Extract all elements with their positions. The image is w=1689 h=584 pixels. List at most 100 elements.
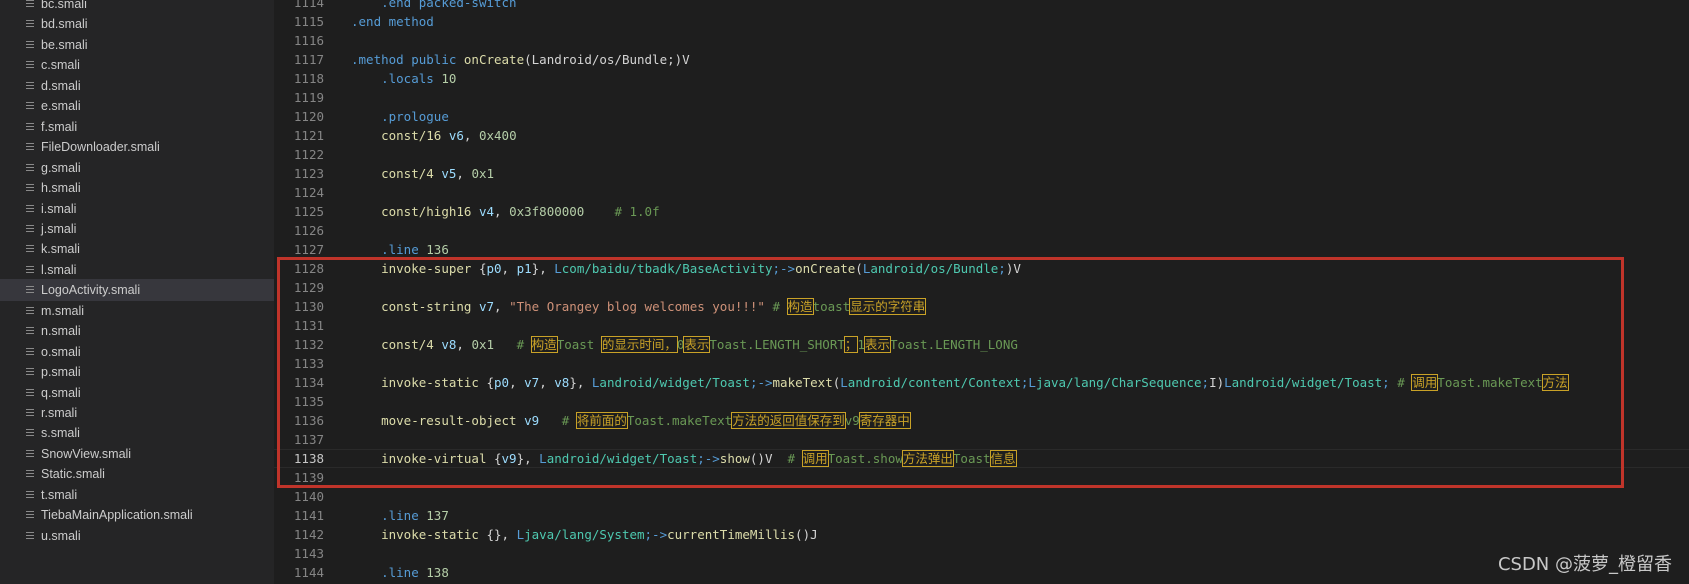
code-line[interactable]: 1124: [274, 183, 1689, 202]
file-lines-icon: [25, 142, 35, 152]
code-line[interactable]: 1144 .line 138: [274, 563, 1689, 582]
code-line[interactable]: 1121 const/16 v6, 0x400: [274, 126, 1689, 145]
sidebar-file-item[interactable]: u.smali: [0, 525, 274, 547]
file-lines-icon: [25, 60, 35, 70]
line-number: 1133: [293, 356, 324, 371]
sidebar-file-item[interactable]: s.smali: [0, 422, 274, 444]
code-line[interactable]: 1136 move-result-object v9 # 将前面的Toast.m…: [274, 411, 1689, 430]
code-token: 136: [426, 242, 449, 257]
sidebar-file-item[interactable]: i.smali: [0, 198, 274, 220]
code-token: currentTimeMillis: [667, 527, 796, 542]
code-token: ;: [1201, 375, 1210, 390]
sidebar-file-item[interactable]: r.smali: [0, 402, 274, 424]
sidebar-file-item[interactable]: SnowView.smali: [0, 443, 274, 465]
code-token: 方法的返回值保存到: [731, 412, 846, 429]
sidebar-file-item[interactable]: k.smali: [0, 238, 274, 260]
sidebar-file-item[interactable]: LogoActivity.smali: [0, 279, 274, 302]
code-text: move-result-object v9 # 将前面的Toast.makeTe…: [351, 411, 911, 430]
line-number: 1123: [293, 166, 324, 181]
code-line[interactable]: 1140: [274, 487, 1689, 506]
code-token: #: [539, 413, 577, 428]
code-line[interactable]: 1123 const/4 v5, 0x1: [274, 164, 1689, 183]
sidebar-file-label: be.smali: [41, 37, 88, 52]
sidebar-file-item[interactable]: e.smali: [0, 95, 274, 117]
sidebar-file-item[interactable]: l.smali: [0, 259, 274, 281]
sidebar-file-item[interactable]: o.smali: [0, 341, 274, 363]
code-line[interactable]: 1130 const-string v7, "The Orangey blog …: [274, 297, 1689, 316]
code-token: ;L: [1020, 375, 1036, 390]
sidebar-file-item[interactable]: FileDownloader.smali: [0, 136, 274, 158]
sidebar-file-item[interactable]: m.smali: [0, 300, 274, 322]
file-lines-icon: [25, 224, 35, 234]
code-line[interactable]: 1138 invoke-virtual {v9}, Landroid/widge…: [274, 449, 1689, 468]
sidebar-file-item[interactable]: p.smali: [0, 361, 274, 383]
line-number: 1138: [293, 451, 324, 466]
sidebar-file-item[interactable]: bd.smali: [0, 13, 274, 35]
code-line[interactable]: 1126: [274, 221, 1689, 240]
code-text: .line 138: [351, 563, 449, 582]
sidebar-file-item[interactable]: c.smali: [0, 54, 274, 76]
code-line[interactable]: 1128 invoke-super {p0, p1}, Lcom/baidu/t…: [274, 259, 1689, 278]
code-line[interactable]: 1117 .method public onCreate(Landroid/os/…: [274, 50, 1689, 69]
code-token: p0: [494, 375, 510, 390]
code-line[interactable]: 1125 const/high16 v4, 0x3f800000 # 1.0f: [274, 202, 1689, 221]
code-line[interactable]: 1129: [274, 278, 1689, 297]
code-line[interactable]: 1133: [274, 354, 1689, 373]
code-line[interactable]: 1139: [274, 468, 1689, 487]
sidebar-file-item[interactable]: d.smali: [0, 75, 274, 97]
code-text: .line 136: [351, 240, 449, 259]
sidebar-file-item[interactable]: j.smali: [0, 218, 274, 240]
code-token: android/widget/Toast: [599, 375, 750, 390]
code-token: const-string: [381, 299, 479, 314]
sidebar-file-label: Static.smali: [41, 467, 105, 482]
code-line[interactable]: 1118 .locals 10: [274, 69, 1689, 88]
code-line[interactable]: 1143: [274, 544, 1689, 563]
file-lines-icon: [25, 449, 35, 459]
code-line[interactable]: 1114 .end packed-switch: [274, 0, 1689, 12]
code-line[interactable]: 1131: [274, 316, 1689, 335]
code-token: ,: [494, 204, 510, 219]
code-token: 显示的字符串: [849, 298, 927, 315]
code-token: v7: [524, 375, 540, 390]
sidebar-file-item[interactable]: n.smali: [0, 320, 274, 342]
code-token: onCreate: [463, 52, 525, 67]
code-token: v8: [554, 375, 570, 390]
sidebar-file-item[interactable]: h.smali: [0, 177, 274, 199]
file-lines-icon: [25, 204, 35, 214]
code-token: #: [772, 451, 803, 466]
sidebar-file-item[interactable]: q.smali: [0, 382, 274, 404]
code-line[interactable]: 1132 const/4 v8, 0x1 # 构造Toast 的显示时间，0表示…: [274, 335, 1689, 354]
code-token: 0x1: [471, 337, 495, 352]
code-line[interactable]: 1134 invoke-static {p0, v7, v8}, Landroi…: [274, 373, 1689, 392]
code-token: {: [494, 451, 502, 466]
code-token: ()J: [795, 527, 818, 542]
code-line[interactable]: 1141 .line 137: [274, 506, 1689, 525]
sidebar-file-label: o.smali: [41, 344, 81, 359]
code-line[interactable]: 1135: [274, 392, 1689, 411]
sidebar-file-item[interactable]: t.smali: [0, 484, 274, 506]
code-line[interactable]: 1116: [274, 31, 1689, 50]
code-line[interactable]: 1122: [274, 145, 1689, 164]
code-token: ;: [1382, 375, 1390, 390]
code-line[interactable]: 1137: [274, 430, 1689, 449]
sidebar-file-item[interactable]: be.smali: [0, 34, 274, 56]
code-token: )V: [1005, 261, 1021, 276]
code-editor[interactable]: 1114 .end packed-switch 1115 .end method 11…: [274, 0, 1689, 584]
sidebar-file-item[interactable]: Static.smali: [0, 463, 274, 485]
sidebar-file-item[interactable]: f.smali: [0, 116, 274, 138]
code-line[interactable]: 1119: [274, 88, 1689, 107]
sidebar-file-item[interactable]: TiebaMainApplication.smali: [0, 504, 274, 526]
sidebar-file-item[interactable]: g.smali: [0, 157, 274, 179]
code-token: {},: [486, 527, 517, 542]
file-lines-icon: [25, 285, 35, 295]
code-line[interactable]: 1115 .end method: [274, 12, 1689, 31]
code-line[interactable]: 1142 invoke-static {}, Ljava/lang/System…: [274, 525, 1689, 544]
code-token: 表示: [683, 336, 711, 353]
code-token: 调用: [801, 450, 829, 467]
sidebar-file-label: TiebaMainApplication.smali: [41, 508, 193, 523]
code-line[interactable]: 1127 .line 136: [274, 240, 1689, 259]
file-lines-icon: [25, 306, 35, 316]
code-token: Toast.LENGTH_SHORT: [709, 337, 845, 352]
code-line[interactable]: 1120 .prologue: [274, 107, 1689, 126]
